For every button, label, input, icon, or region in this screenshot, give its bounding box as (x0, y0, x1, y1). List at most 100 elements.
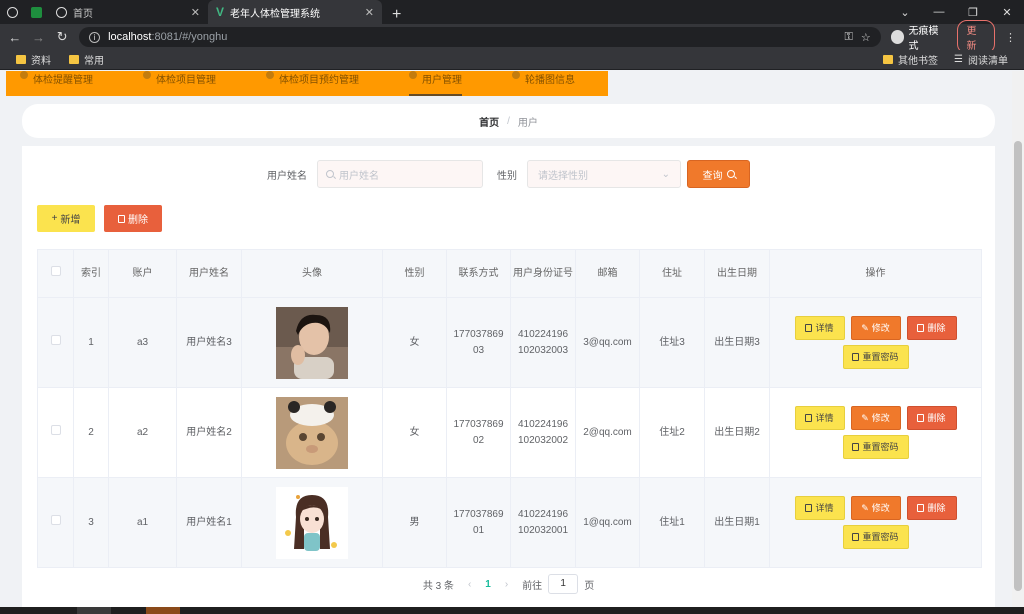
tab-icon-sheet[interactable] (24, 0, 48, 24)
nav-icon (266, 71, 274, 79)
new-tab-button[interactable]: + (382, 6, 411, 24)
row-delete-button[interactable]: 删除 (906, 496, 957, 520)
nav-label: 用户管理 (422, 75, 462, 86)
bookmark-folder[interactable]: 资料 (16, 52, 51, 67)
reset-label: 重置密码 (862, 352, 899, 362)
cell-avatar (241, 477, 383, 568)
detail-button[interactable]: 详情 (794, 496, 845, 520)
cell-ops: 详情 ✎ 修改 删除 重置密码 (769, 477, 982, 568)
info-icon[interactable]: i (89, 31, 101, 43)
reset-label: 重置密码 (862, 442, 899, 452)
page-scrollbar[interactable] (1012, 71, 1024, 607)
cell-account: a1 (108, 477, 177, 568)
tab-home[interactable]: 首页 ✕ (48, 0, 208, 24)
document-icon (805, 504, 813, 512)
nav-item-exam-items[interactable]: 体检项目管理 (143, 71, 216, 96)
trash-icon (118, 214, 125, 223)
reset-password-button[interactable]: 重置密码 (842, 525, 909, 549)
close-icon[interactable]: ✕ (365, 6, 374, 19)
nav-item-carousel[interactable]: 轮播图信息 (512, 71, 575, 96)
edit-button[interactable]: ✎ 修改 (850, 496, 901, 520)
page-number-current[interactable]: 1 (485, 579, 491, 590)
reload-icon[interactable]: ↻ (55, 29, 69, 45)
reset-password-button[interactable]: 重置密码 (842, 435, 909, 459)
cell-email: 1@qq.com (575, 477, 640, 568)
next-page-button[interactable]: › (505, 579, 508, 590)
update-button[interactable]: 更新 (957, 20, 996, 54)
checkbox[interactable] (50, 266, 61, 276)
cell-account: a3 (108, 297, 177, 388)
tab-active[interactable]: V 老年人体检管理系统 ✕ (208, 0, 382, 24)
incognito-indicator[interactable]: 无痕模式 (890, 22, 948, 52)
bookmark-label: 其他书签 (898, 56, 939, 67)
url-path: :8081/#/yonghu (151, 31, 228, 43)
breadcrumb-home[interactable]: 首页 (479, 114, 499, 129)
add-button[interactable]: + 新增 (37, 205, 95, 232)
header-idcard: 用户身份证号 (510, 249, 576, 298)
scrollbar-thumb[interactable] (1014, 141, 1022, 591)
cell-index: 3 (73, 477, 109, 568)
cell-address: 住址1 (639, 477, 705, 568)
forward-icon[interactable]: → (32, 30, 46, 45)
row-delete-button[interactable]: 删除 (906, 316, 957, 340)
header-avatar: 头像 (241, 249, 383, 298)
nav-item-users[interactable]: 用户管理 (409, 71, 462, 96)
minimize-icon[interactable]: — (922, 6, 956, 18)
pagination: 共 3 条 ‹ 1 › 前往 1 页 (22, 573, 995, 595)
select-all-cell[interactable] (37, 249, 74, 298)
close-window-icon[interactable]: ✕ (990, 6, 1024, 19)
gender-select[interactable]: 请选择性别 ⌄ (527, 160, 681, 188)
edit-button[interactable]: ✎ 修改 (850, 316, 901, 340)
checkbox[interactable] (50, 334, 61, 345)
cell-ops: 详情 ✎ 修改 删除 重置密码 (769, 387, 982, 478)
edit-button[interactable]: ✎ 修改 (850, 406, 901, 430)
edit-label: 修改 (871, 413, 890, 423)
query-button[interactable]: 查询 (687, 160, 750, 188)
detail-label: 详情 (815, 503, 834, 513)
checkbox[interactable] (50, 424, 61, 435)
incognito-avatar-icon (890, 30, 905, 44)
page-jump-input[interactable]: 1 (548, 574, 579, 594)
taskbar-item[interactable] (146, 607, 180, 614)
header-ops: 操作 (769, 249, 982, 298)
header-phone: 联系方式 (446, 249, 511, 298)
taskbar-item[interactable] (77, 607, 111, 614)
header-name: 用户姓名 (176, 249, 242, 298)
delete-button[interactable]: 删除 (104, 205, 162, 232)
detail-button[interactable]: 详情 (794, 406, 845, 430)
tab-search-icon[interactable]: ⌄ (888, 6, 922, 19)
detail-button[interactable]: 详情 (794, 316, 845, 340)
detail-label: 详情 (815, 413, 834, 423)
menu-icon[interactable]: ⋮ (1005, 31, 1016, 44)
nav-item-appointment[interactable]: 体检项目预约管理 (266, 71, 359, 96)
query-label: 查询 (702, 170, 723, 182)
name-search-input[interactable]: 用户姓名 (317, 160, 483, 188)
other-bookmarks[interactable]: 其他书签 (883, 52, 938, 67)
page-jump: 前往 1 页 (522, 574, 594, 594)
row-delete-button[interactable]: 删除 (906, 406, 957, 430)
nav-item-reminder[interactable]: 体检提醒管理 (20, 71, 93, 96)
address-bar[interactable]: i localhost:8081/#/yonghu ⚿ ☆ (79, 27, 881, 47)
table-header-row: 索引 账户 用户姓名 头像 性别 联系方式 用户身份证号 邮箱 住址 出生日期 … (37, 249, 982, 298)
folder-icon (883, 55, 894, 64)
restore-icon[interactable]: ❐ (956, 6, 990, 19)
row-select-cell[interactable] (37, 297, 74, 388)
cell-email: 3@qq.com (575, 297, 640, 388)
globe-icon (56, 6, 67, 18)
row-select-cell[interactable] (37, 387, 74, 478)
document-icon (805, 414, 813, 422)
page-unit-label: 页 (584, 580, 595, 592)
back-icon[interactable]: ← (8, 30, 22, 45)
star-icon[interactable]: ☆ (861, 31, 871, 44)
prev-page-button[interactable]: ‹ (468, 579, 471, 590)
cell-index: 1 (73, 297, 109, 388)
reading-list[interactable]: ☰ 阅读清单 (954, 52, 1008, 67)
add-label: 新增 (60, 215, 81, 226)
row-select-cell[interactable] (37, 477, 74, 568)
checkbox[interactable] (50, 514, 61, 525)
reset-password-button[interactable]: 重置密码 (842, 345, 909, 369)
close-icon[interactable]: ✕ (191, 6, 200, 19)
tab-icon-globe[interactable] (0, 0, 24, 24)
key-icon[interactable]: ⚿ (845, 31, 853, 44)
bookmark-folder[interactable]: 常用 (69, 52, 104, 67)
